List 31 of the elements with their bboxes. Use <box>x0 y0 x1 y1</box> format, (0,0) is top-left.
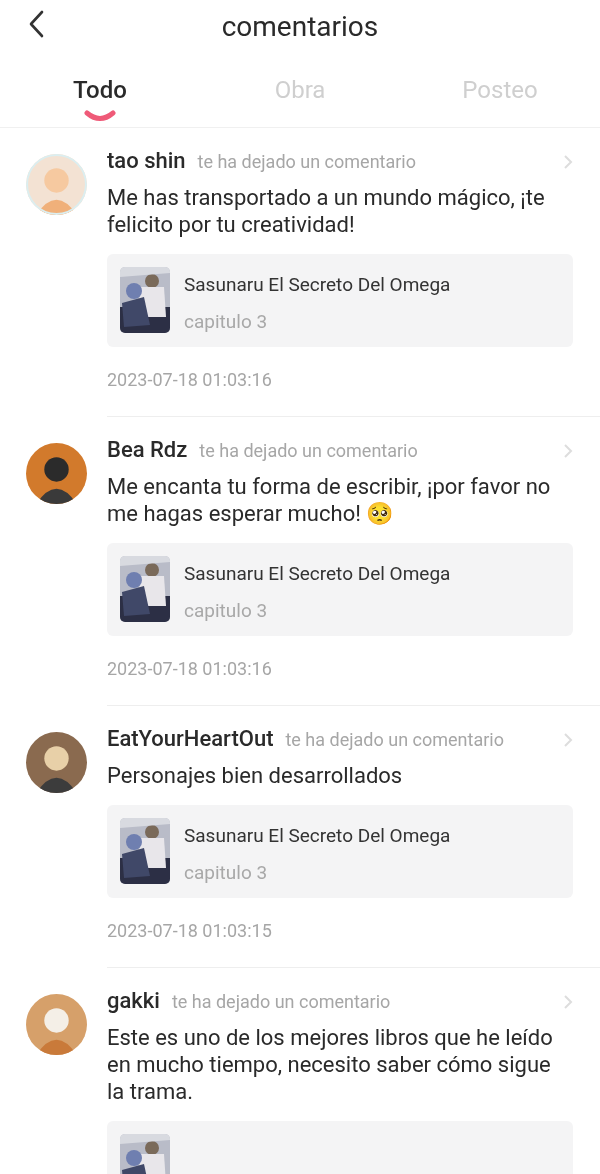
chapter-label: capitulo 3 <box>184 599 269 622</box>
chevron-icon[interactable] <box>563 154 573 170</box>
user-name: gakki <box>107 988 160 1013</box>
chevron-icon[interactable] <box>563 443 573 459</box>
user-name: Bea Rdz <box>107 437 188 462</box>
tab[interactable]: Todo <box>0 52 200 127</box>
chapter-label: capitulo 3 <box>184 310 269 333</box>
tab-indicator <box>84 110 116 121</box>
user-name: tao shin <box>107 148 186 173</box>
comment-text: Este es uno de los mejores libros que he leído en mucho tiempo, necesito saber cómo sigue la trama. <box>107 1024 554 1105</box>
work-card[interactable]: Sasunaru El Secreto Del Omega capitulo 3 <box>107 254 573 347</box>
timestamp: 2023-07-18 01:03:16 <box>107 658 273 679</box>
work-card[interactable]: Sasunaru El Secreto Del Omega capitulo 3 <box>107 805 573 898</box>
work-title: Sasunaru El Secreto Del Omega <box>184 273 451 296</box>
work-card[interactable]: Sasunaru El Secreto Del Omega capitulo 3 <box>107 543 573 636</box>
action-text: te ha dejado un comentario <box>171 991 391 1012</box>
timestamp: 2023-07-18 01:03:16 <box>107 369 273 390</box>
work-title: Sasunaru El Secreto Del Omega <box>184 562 451 585</box>
page-title: comentarios <box>221 9 379 43</box>
action-text: te ha dejado un comentario <box>285 729 504 750</box>
comment-text: Me encanta tu forma de escribir, ¡por favor no me hagas esperar mucho! 🥺 <box>107 473 552 527</box>
action-text: te ha dejado un comentario <box>197 151 416 172</box>
work-title: Sasunaru El Secreto Del Omega <box>184 824 451 847</box>
action-text: te ha dejado un comentario <box>199 440 418 461</box>
comment-text: Me has transportado a un mundo mágico, ¡te felicito por tu creatividad! <box>107 184 546 238</box>
user-name: EatYourHeartOut <box>107 726 274 751</box>
chapter-label: capitulo 3 <box>184 861 269 884</box>
chevron-icon[interactable] <box>563 994 573 1010</box>
timestamp: 2023-07-18 01:03:15 <box>107 920 273 941</box>
chevron-icon[interactable] <box>563 732 573 748</box>
comment-text: Personajes bien desarrollados <box>107 762 404 789</box>
